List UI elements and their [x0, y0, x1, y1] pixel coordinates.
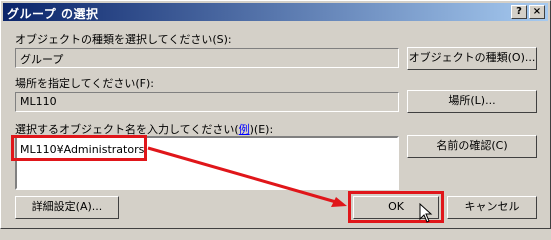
- mouse-pointer-icon: [419, 203, 433, 223]
- annotation-arrow-icon: [147, 146, 347, 207]
- select-group-dialog: グループ の選択 ? × オブジェクトの種類を選択してください(S): グループ…: [0, 0, 551, 229]
